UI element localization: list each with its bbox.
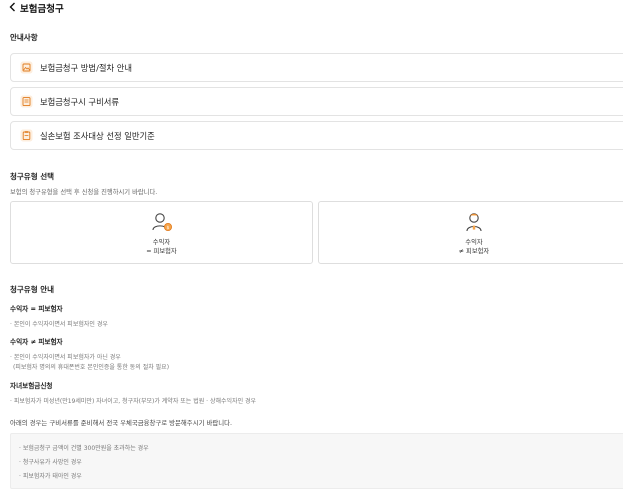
type-guide-subtitle: 수익자 = 피보험자 <box>10 305 63 313</box>
notice-item: · 청구사유가 사망인 경우 <box>19 459 82 466</box>
notice-box: · 보험금청구 금액이 건별 300만원을 초과하는 경우 · 청구사유가 사망… <box>10 433 623 489</box>
type-guide-title: 청구유형 안내 <box>10 285 55 294</box>
guide-card-criteria[interactable]: 실손보험 조사대상 선정 일반기준 <box>10 121 623 150</box>
type-guide-line: · 본인이 수익자이면서 피보험자가 아닌 경우 <box>10 354 121 361</box>
claim-type-different-button[interactable]: 수익자 ≠ 피보험자 <box>318 201 623 264</box>
claim-type-description: 보험의 청구유형을 선택 후 신청을 진행하시기 바랍니다. <box>10 189 158 196</box>
document-list-icon <box>20 95 33 108</box>
person-doctor-icon <box>466 213 482 232</box>
notice-item: · 보험금청구 금액이 건별 300만원을 초과하는 경우 <box>19 445 149 452</box>
guide-card-procedure[interactable]: 보험금청구 방법/절차 안내 <box>10 53 623 82</box>
claim-type-line1: 수익자 <box>465 239 483 246</box>
guide-card-documents[interactable]: 보험금청구시 구비서류 <box>10 87 623 116</box>
guide-card-label: 실손보험 조사대상 선정 일반기준 <box>40 131 155 141</box>
type-guide-line: · 피보험자가 미성년(만19세미만) 자녀이고, 청구자(부모)가 계약자 또… <box>10 398 257 405</box>
type-guide-subtitle: 자녀보험금신청 <box>10 382 53 390</box>
page-title: 보험금청구 <box>20 4 64 15</box>
guide-card-label: 보험금청구 방법/절차 안내 <box>40 63 133 73</box>
claim-type-line2: ≠ 피보험자 <box>458 248 490 255</box>
person-coin-icon: $ <box>151 213 172 231</box>
chevron-left-icon[interactable] <box>8 2 17 12</box>
clipboard-icon <box>20 129 33 142</box>
claim-type-line1: 수익자 <box>152 239 171 246</box>
document-image-icon <box>20 61 33 74</box>
svg-text:$: $ <box>166 225 169 231</box>
guide-section-title: 안내사항 <box>10 33 38 42</box>
notice-intro: 아래의 경우는 구비서류를 준비해서 전국 우체국금융창구로 방문해주시기 바랍… <box>10 419 233 427</box>
type-guide-line: · 본인이 수익자이면서 피보험자인 경우 <box>10 321 108 328</box>
claim-type-title: 청구유형 선택 <box>10 172 55 181</box>
claim-type-line2: = 피보험자 <box>146 248 177 255</box>
type-guide-line: (피보험자 명의의 휴대폰번호 본인인증을 통한 동의 절차 필요) <box>13 364 170 371</box>
type-guide-subtitle: 수익자 ≠ 피보험자 <box>10 338 63 346</box>
page-header: 보험금청구 <box>0 0 623 16</box>
notice-item: · 피보험자가 태아인 경우 <box>19 473 82 480</box>
guide-card-label: 보험금청구시 구비서류 <box>40 97 119 107</box>
claim-type-same-button[interactable]: $ 수익자 = 피보험자 <box>10 201 313 264</box>
